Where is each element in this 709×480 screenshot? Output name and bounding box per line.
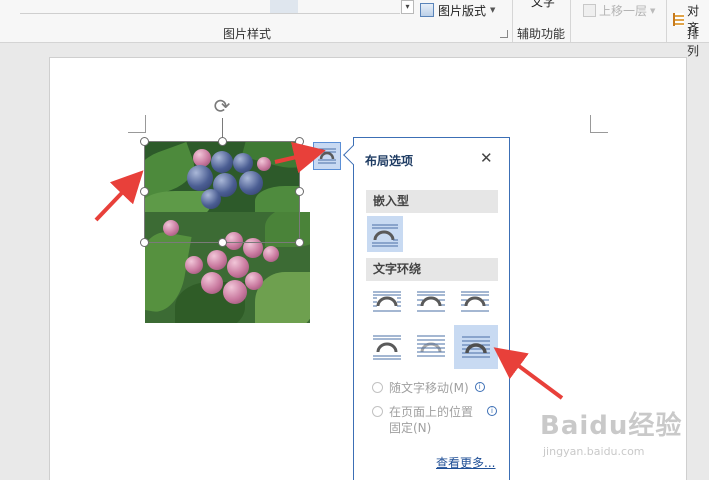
fix-position-option[interactable]: 在页面上的位置固定(N) i [372,404,502,436]
resize-handle-top-right[interactable] [295,137,304,146]
wrap-in-front-of-text-icon [462,336,490,358]
watermark-brand: Baidu经验 [540,411,683,441]
section-inline-header: 嵌入型 [366,190,498,213]
info-icon[interactable]: i [487,406,497,416]
wrap-tight-icon [417,291,445,312]
rotate-handle-icon[interactable]: ⟳ [211,95,233,117]
fix-position-label: 在页面上的位置固定(N) [389,405,474,435]
picture-layout-icon [420,3,434,17]
resize-handle-bottom-right[interactable] [295,238,304,247]
fix-position-radio[interactable] [372,406,383,417]
gallery-more-button[interactable]: ▾ [401,0,414,14]
margin-corner-top-right [590,115,608,133]
see-more-link[interactable]: 查看更多... [436,454,495,471]
wrap-option-behind-text[interactable] [413,328,449,364]
close-icon[interactable]: ✕ [480,150,493,166]
alt-text-label: 文字 [530,0,555,9]
group-label-picture-styles: 图片样式 [223,27,272,41]
layout-options-button[interactable] [313,142,341,170]
bring-forward-icon [583,4,596,17]
chevron-down-icon: ▼ [490,6,496,14]
picture-layout-button[interactable]: 图片版式 ▼ [420,2,495,18]
flyout-title: 布局选项 [365,154,414,168]
gallery-selected-style[interactable] [270,0,298,13]
resize-handle-left[interactable] [140,187,149,196]
watermark: Baidu经验 jingyan.baidu.com [540,405,700,465]
wrap-option-inline[interactable] [367,216,403,252]
margin-corner-top-left [128,115,146,133]
bring-forward-label: 上移一层 [599,4,648,18]
section-wrap-header: 文字环绕 [366,258,498,281]
resize-handle-bottom[interactable] [218,238,227,247]
resize-handle-top-left[interactable] [140,137,149,146]
wrap-square-icon [373,291,401,312]
group-separator [512,0,513,42]
picture-layout-label: 图片版式 [438,3,487,18]
picture-styles-gallery[interactable] [20,0,400,14]
wrap-option-square[interactable] [369,284,405,320]
info-icon[interactable]: i [474,382,485,392]
chevron-down-icon: ▼ [650,6,656,15]
resize-handle-top[interactable] [218,137,227,146]
selection-frame [144,141,300,243]
group-separator [666,0,667,42]
bring-forward-button[interactable]: 上移一层 ▼ [583,2,655,19]
layout-options-icon [318,148,336,164]
wrap-option-top-bottom[interactable] [369,328,405,364]
group-label-arrange: 排列 [687,27,700,58]
resize-handle-bottom-left[interactable] [140,238,149,247]
align-icon [673,12,685,26]
wrap-option-in-front-of-text[interactable] [454,325,498,369]
wrap-through-icon [461,291,489,312]
wrap-option-through[interactable] [457,284,493,320]
wrap-option-tight[interactable] [413,284,449,320]
alt-text-button[interactable]: 文字 [530,0,556,9]
move-with-text-label: 随文字移动(M) [389,381,469,395]
resize-handle-right[interactable] [295,187,304,196]
layout-options-flyout: 布局选项 ✕ 嵌入型 文字环绕 随文字移动(M) i 在页面上的位置固定(N) … [343,137,510,480]
watermark-url: jingyan.baidu.com [543,445,645,458]
ribbon: ▾ 图片版式 ▼ 文字 上移一层 ▼ 对齐 图片样式 辅助功能 排列 [0,0,709,58]
wrap-behind-text-icon [417,335,445,357]
wrap-top-bottom-icon [373,335,401,360]
move-with-text-option[interactable]: 随文字移动(M) i [372,380,485,396]
dialog-launcher-icon[interactable] [500,30,508,38]
group-separator [570,0,571,42]
group-label-accessibility: 辅助功能 [517,27,566,41]
wrap-inline-icon [372,224,398,247]
move-with-text-radio[interactable] [372,382,383,393]
